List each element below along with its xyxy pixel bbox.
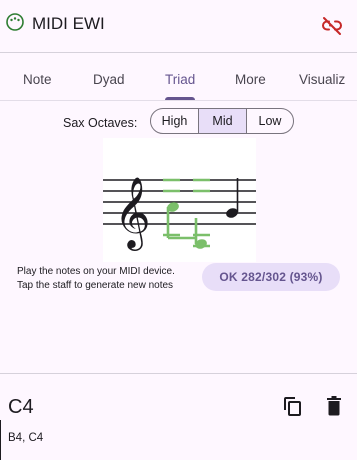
octave-mid-button[interactable]: Mid — [199, 109, 247, 133]
link-off-icon[interactable] — [320, 14, 344, 38]
tab-dyad[interactable]: Dyad — [93, 53, 125, 101]
staff-drawing: 𝄞 — [103, 175, 256, 251]
instruction-text-2: Tap the staff to generate new notes — [17, 280, 174, 291]
note-history: B4, C4 — [8, 432, 44, 444]
score-chip: OK 282/302 (93%) — [202, 263, 340, 291]
app-bar: MIDI EWI — [0, 0, 357, 52]
app-title: MIDI EWI — [32, 14, 105, 33]
treble-clef-icon: 𝄞 — [114, 175, 151, 251]
octaves-label: Sax Octaves: — [63, 116, 138, 130]
piano-keys-icon — [6, 13, 24, 31]
text-cursor — [0, 420, 1, 460]
tab-bar: Note Dyad Triad More Visualiz — [0, 53, 357, 101]
tab-more[interactable]: More — [235, 53, 266, 101]
tabs-divider — [0, 100, 357, 101]
tab-note[interactable]: Note — [23, 53, 52, 101]
trash-icon[interactable] — [324, 395, 344, 417]
tab-triad[interactable]: Triad — [165, 53, 195, 101]
bottom-divider — [0, 373, 357, 374]
copy-icon[interactable] — [281, 395, 303, 417]
current-note-name: C4 — [8, 396, 34, 418]
tab-visualize[interactable]: Visualiz — [299, 53, 345, 101]
music-staff[interactable]: 𝄞 — [103, 138, 256, 262]
octave-high-button[interactable]: High — [151, 109, 199, 133]
octave-selector: High Mid Low — [150, 108, 294, 134]
instruction-text: Play the notes on your MIDI device. — [17, 266, 175, 277]
octave-low-button[interactable]: Low — [247, 109, 293, 133]
